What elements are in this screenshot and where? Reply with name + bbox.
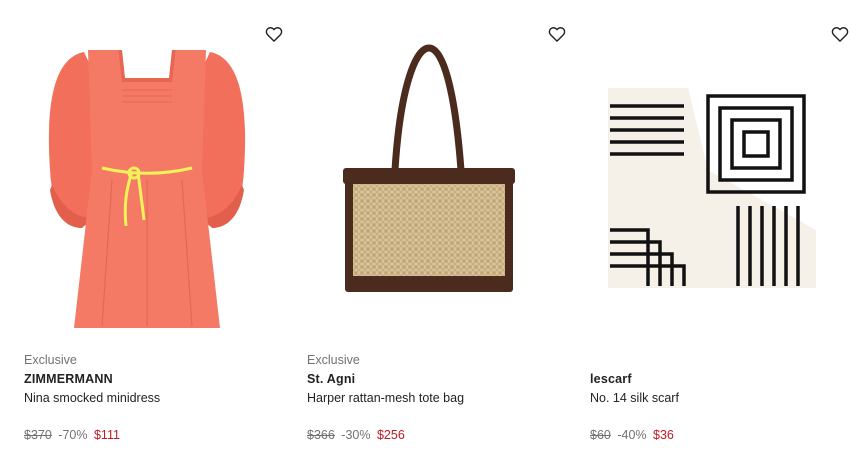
wishlist-heart-icon[interactable] xyxy=(830,24,850,44)
wishlist-heart-icon[interactable] xyxy=(547,24,567,44)
product-card[interactable]: Exclusive St. Agni Harper rattan-mesh to… xyxy=(305,0,575,460)
product-card[interactable]: lescarf No. 14 silk scarf $60 -40% $36 xyxy=(588,0,851,460)
exclusive-label xyxy=(590,352,850,369)
product-brand[interactable]: St. Agni xyxy=(307,370,567,388)
discount-percent: -40% xyxy=(617,428,647,442)
product-image-tote-bag[interactable] xyxy=(305,30,565,340)
product-info: Exclusive ZIMMERMANN Nina smocked minidr… xyxy=(24,352,284,407)
sale-price: $111 xyxy=(93,428,120,442)
wishlist-heart-icon[interactable] xyxy=(264,24,284,44)
product-brand[interactable]: ZIMMERMANN xyxy=(24,370,284,388)
original-price: $366 xyxy=(307,428,335,442)
product-price: $370 -70% $111 xyxy=(24,426,120,444)
original-price: $60 xyxy=(590,428,611,442)
original-price: $370 xyxy=(24,428,52,442)
product-image-dress[interactable] xyxy=(22,30,282,340)
product-info: Exclusive St. Agni Harper rattan-mesh to… xyxy=(307,352,567,407)
exclusive-label: Exclusive xyxy=(307,353,360,367)
exclusive-label: Exclusive xyxy=(24,353,77,367)
product-name[interactable]: Nina smocked minidress xyxy=(24,389,284,407)
product-price: $366 -30% $256 xyxy=(307,426,405,444)
product-name[interactable]: Harper rattan-mesh tote bag xyxy=(307,389,567,407)
product-card[interactable]: Exclusive ZIMMERMANN Nina smocked minidr… xyxy=(22,0,292,460)
product-image-silk-scarf[interactable] xyxy=(588,30,848,340)
sale-price: $256 xyxy=(376,428,405,442)
product-price: $60 -40% $36 xyxy=(590,426,674,444)
product-brand[interactable]: lescarf xyxy=(590,370,850,388)
product-grid: Exclusive ZIMMERMANN Nina smocked minidr… xyxy=(0,0,851,460)
discount-percent: -30% xyxy=(341,428,371,442)
product-info: lescarf No. 14 silk scarf xyxy=(590,352,850,407)
product-name[interactable]: No. 14 silk scarf xyxy=(590,389,850,407)
discount-percent: -70% xyxy=(58,428,88,442)
sale-price: $36 xyxy=(653,428,674,442)
